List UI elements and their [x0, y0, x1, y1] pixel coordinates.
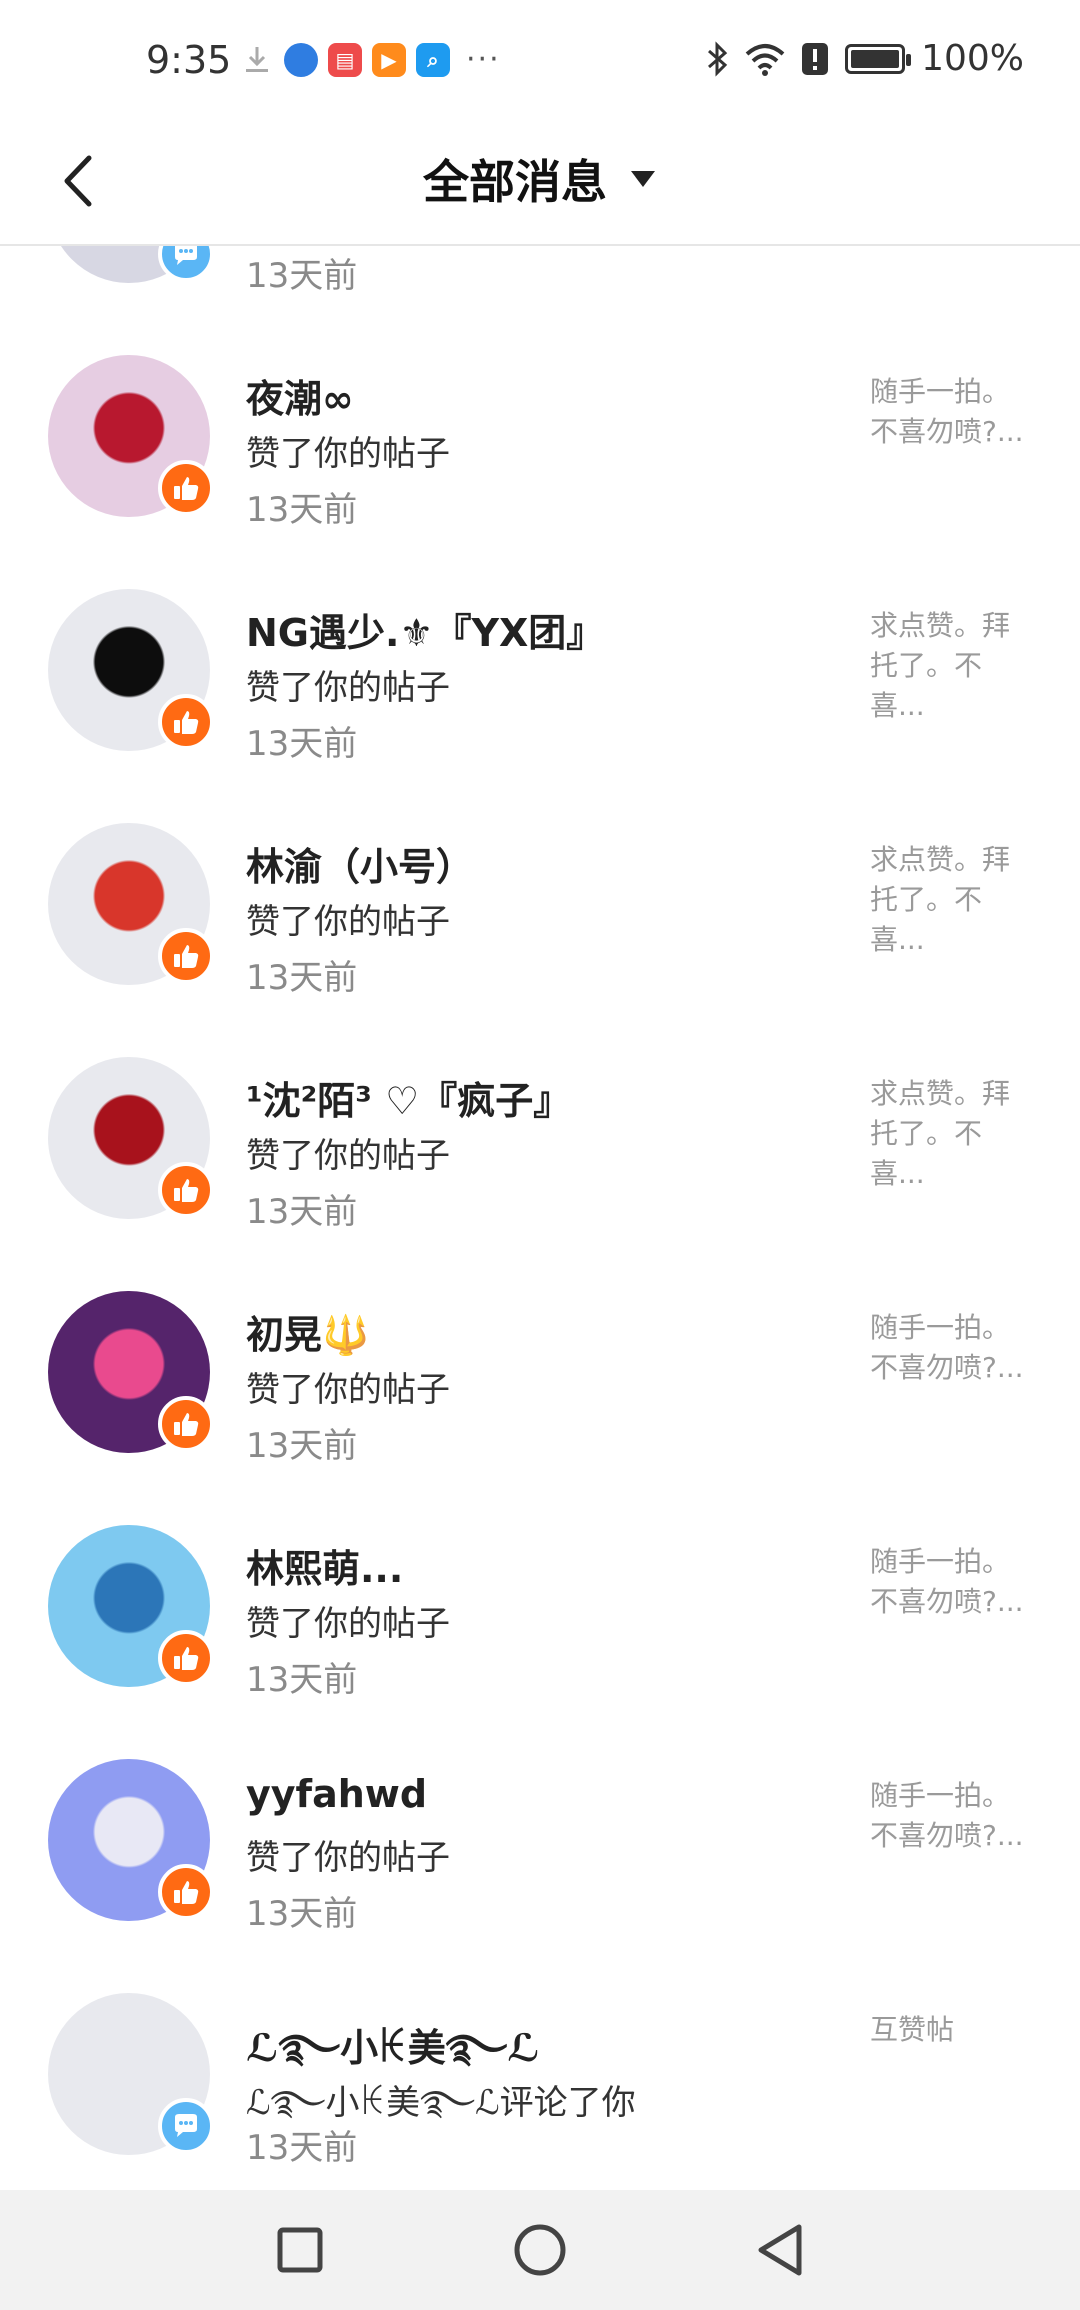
- notification-list: 13天前 夜潮∞ 赞了你的帖子 13天前 随手一拍。不喜勿喷?... NG遇少.⚜『YX团…: [0, 246, 1080, 2190]
- battery-icon: [845, 43, 912, 74]
- top-app-bar: 全部消息: [0, 120, 1080, 246]
- notification-action: 赞了你的帖子: [246, 1838, 450, 1878]
- post-snippet[interactable]: 求点赞。拜托了。不喜...: [870, 1074, 1030, 1194]
- notification-row[interactable]: yyfahwd 赞了你的帖子 13天前 随手一拍。不喜勿喷?...: [0, 1736, 1080, 1970]
- notification-time: 13天前: [246, 2128, 358, 2168]
- browser-app-icon: [284, 42, 318, 77]
- notification-row[interactable]: 林熙萌... 赞了你的帖子 13天前 随手一拍。不喜勿喷?...: [0, 1502, 1080, 1736]
- message-filter-dropdown[interactable]: 全部消息: [0, 146, 1080, 212]
- thumbs-up-icon: [174, 1881, 199, 1904]
- notification-time: 13天前: [246, 1192, 358, 1232]
- thumbs-up-icon: [174, 1647, 199, 1670]
- notification-time: 13天前: [246, 256, 358, 296]
- thumbs-up-icon: [174, 1179, 199, 1202]
- like-badge: [158, 1162, 214, 1218]
- post-snippet[interactable]: 随手一拍。不喜勿喷?...: [870, 1308, 1030, 1388]
- post-snippet[interactable]: 互赞帖: [870, 2010, 1030, 2050]
- sender-name[interactable]: 初晃🔱: [246, 1304, 369, 1359]
- wifi-icon: [745, 43, 785, 76]
- notification-row[interactable]: ¹沈²陌³ ♡『疯子』赞了你的帖子 13天前 求点赞。拜托了。不喜...: [0, 1034, 1080, 1268]
- back-nav-button[interactable]: [740, 2210, 820, 2290]
- orange-play-app-icon: ▶: [372, 42, 406, 77]
- chat-bubble-icon: [175, 246, 197, 265]
- like-badge: [158, 928, 214, 984]
- sender-name[interactable]: yyfahwd: [246, 1772, 427, 1816]
- notification-time: 13天前: [246, 724, 358, 764]
- system-navigation-bar: [0, 2190, 1080, 2310]
- red-app-icon: ▤: [328, 42, 362, 77]
- status-bar: 9:35 ▤ ▶ ⌕ ··· 100%: [0, 0, 1080, 120]
- like-badge: [158, 1864, 214, 1920]
- sender-name[interactable]: NG遇少.⚜『YX团』: [246, 602, 604, 657]
- notification-row[interactable]: 初晃🔱 赞了你的帖子 13天前 随手一拍。不喜勿喷?...: [0, 1268, 1080, 1502]
- home-circle-icon: [514, 2224, 566, 2276]
- comment-badge: [158, 2098, 214, 2154]
- notification-time: 13天前: [246, 490, 358, 530]
- home-button[interactable]: [500, 2210, 580, 2290]
- post-snippet[interactable]: 求点赞。拜托了。不喜...: [870, 606, 1030, 726]
- recents-button[interactable]: [260, 2210, 340, 2290]
- sender-name[interactable]: 林熙萌...: [246, 1538, 403, 1593]
- thumbs-up-icon: [174, 1413, 199, 1436]
- download-icon: [246, 46, 268, 72]
- notification-row[interactable]: 林渝（小号） 赞了你的帖子 13天前 求点赞。拜托了。不喜...: [0, 800, 1080, 1034]
- post-snippet[interactable]: 随手一拍。不喜勿喷?...: [870, 1542, 1030, 1622]
- notification-time: 13天前: [246, 958, 358, 998]
- battery-percentage: 100%: [921, 38, 1024, 79]
- status-time: 9:35: [146, 38, 232, 82]
- chat-bubble-icon: [175, 2114, 197, 2137]
- notification-time: 13天前: [246, 1426, 358, 1466]
- thumbs-up-icon: [174, 945, 199, 968]
- notification-time: 13天前: [246, 1894, 358, 1934]
- like-badge: [158, 1630, 214, 1686]
- notification-row[interactable]: 13天前: [0, 246, 1080, 332]
- like-badge: [158, 460, 214, 516]
- notification-row[interactable]: 夜潮∞ 赞了你的帖子 13天前 随手一拍。不喜勿喷?...: [0, 332, 1080, 566]
- caret-down-icon: [631, 171, 655, 187]
- like-badge: [158, 1396, 214, 1452]
- thumbs-up-icon: [174, 477, 199, 500]
- notification-action: 赞了你的帖子: [246, 434, 450, 474]
- more-notifications: ···: [466, 42, 501, 77]
- recents-square-icon: [277, 2227, 323, 2273]
- notification-action: 赞了你的帖子: [246, 1604, 450, 1644]
- sender-name[interactable]: 林渝（小号）: [246, 836, 474, 891]
- like-badge: [158, 694, 214, 750]
- notification-row[interactable]: ℒ࿐小ꀘ美࿐ℒ ℒ࿐小ꀘ美࿐ℒ评论了你 13天前 互赞帖: [0, 1970, 1080, 2190]
- system-icons: 100%: [705, 38, 1024, 79]
- comment-badge: [158, 246, 214, 282]
- notification-icons: ▤ ▶ ⌕ ···: [240, 42, 501, 77]
- page-title: 全部消息: [423, 155, 607, 209]
- notification-action: 赞了你的帖子: [246, 668, 450, 708]
- notification-time: 13天前: [246, 1660, 358, 1700]
- notification-action: 赞了你的帖子: [246, 902, 450, 942]
- post-snippet[interactable]: 随手一拍。不喜勿喷?...: [870, 372, 1030, 452]
- sender-name[interactable]: ¹沈²陌³ ♡『疯子』: [246, 1070, 571, 1125]
- thumbs-up-icon: [174, 711, 199, 734]
- blue-search-app-icon: ⌕: [416, 42, 450, 77]
- post-snippet[interactable]: 求点赞。拜托了。不喜...: [870, 840, 1030, 960]
- post-snippet[interactable]: 随手一拍。不喜勿喷?...: [870, 1776, 1030, 1856]
- notification-action: 赞了你的帖子: [246, 1370, 450, 1410]
- battery-level: [851, 49, 900, 68]
- alert-icon: [802, 42, 829, 75]
- sender-name[interactable]: 夜潮∞: [246, 368, 354, 423]
- notification-action: 赞了你的帖子: [246, 1136, 450, 1176]
- back-triangle-icon: [758, 2224, 802, 2276]
- notification-row[interactable]: NG遇少.⚜『YX团』赞了你的帖子 13天前 求点赞。拜托了。不喜...: [0, 566, 1080, 800]
- bluetooth-icon: [708, 40, 728, 77]
